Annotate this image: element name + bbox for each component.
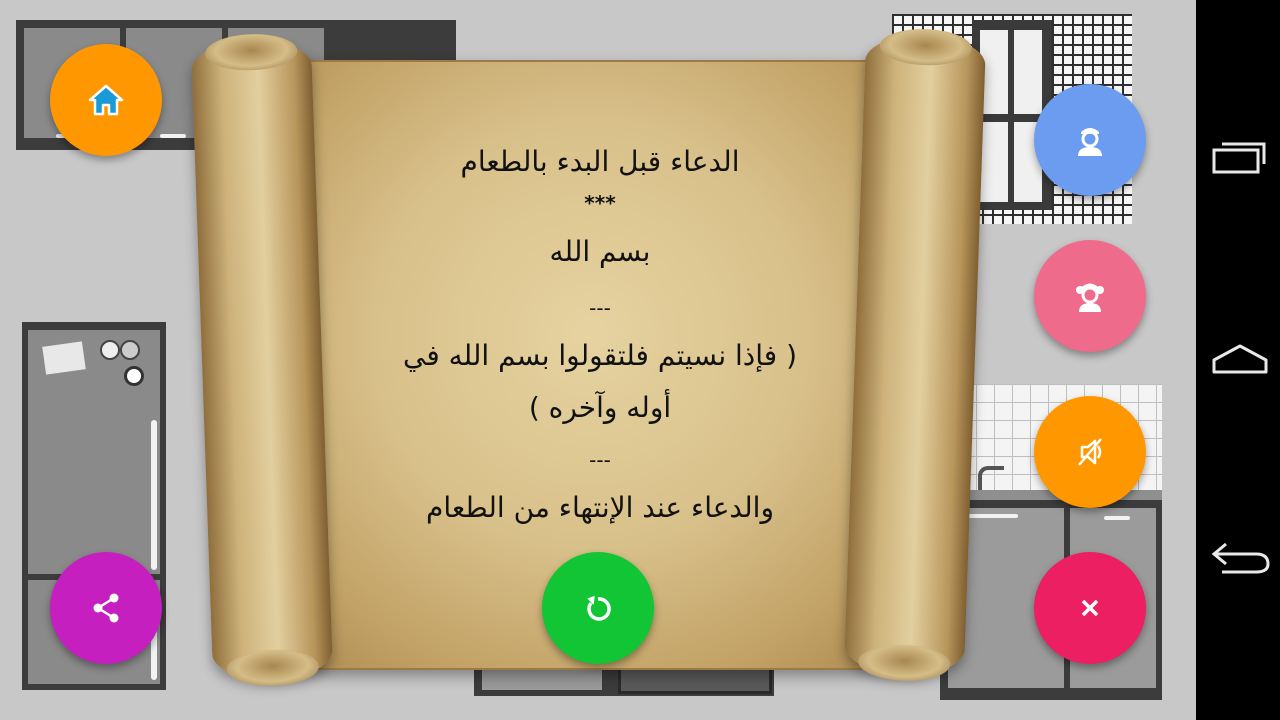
dua-line: ( فإذا نسيتم فلتقولوا بسم الله في	[402, 339, 798, 372]
faucet	[978, 466, 1004, 490]
dua-line: أوله وآخره )	[528, 391, 672, 424]
boy-button[interactable]	[1034, 84, 1146, 196]
fridge-magnet	[120, 340, 140, 360]
dua-title: الدعاء قبل البدء بالطعام	[460, 145, 740, 178]
close-button[interactable]	[1034, 552, 1146, 664]
share-icon	[93, 593, 119, 623]
cabinet-handle	[1104, 516, 1130, 520]
fridge-magnet	[124, 366, 144, 386]
back-arrow-icon[interactable]	[1210, 536, 1270, 576]
close-icon	[1081, 599, 1099, 617]
home-button[interactable]	[50, 44, 162, 156]
replay-icon	[587, 595, 611, 621]
app-screen: الدعاء قبل البدء بالطعام *** بسم الله --…	[0, 0, 1196, 720]
replay-button[interactable]	[542, 552, 654, 664]
dua-line: والدعاء عند الإنتهاء من الطعام	[426, 491, 774, 524]
dua-line: بسم الله	[549, 235, 651, 268]
girl-icon	[1076, 283, 1104, 312]
dash-divider: ---	[589, 296, 611, 320]
fridge-magnet	[100, 340, 120, 360]
scroll-roll-left	[190, 32, 334, 688]
cabinet-handle	[968, 514, 1018, 518]
dash-divider: ---	[589, 448, 611, 472]
girl-button[interactable]	[1034, 240, 1146, 352]
recent-apps-icon[interactable]	[1210, 136, 1270, 176]
mute-button[interactable]	[1034, 396, 1146, 508]
cabinet-handle	[160, 134, 186, 138]
fridge-note	[42, 341, 86, 375]
sound-off-icon	[1078, 438, 1102, 466]
boy-icon	[1078, 128, 1102, 156]
dua-text: الدعاء قبل البدء بالطعام *** بسم الله --…	[330, 120, 870, 560]
home-outline-icon[interactable]	[1210, 340, 1270, 380]
window-pane	[980, 122, 1008, 202]
share-button[interactable]	[50, 552, 162, 664]
stars-divider: ***	[584, 191, 616, 215]
window-pane	[1014, 30, 1042, 114]
fridge-handle	[151, 420, 157, 570]
system-nav-bar	[1196, 0, 1280, 720]
home-icon	[88, 84, 124, 116]
